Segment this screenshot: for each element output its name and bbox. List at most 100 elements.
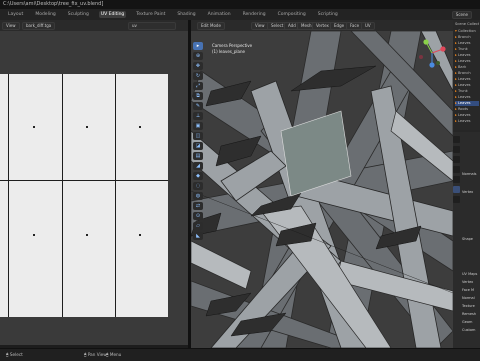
navigation-gizmo[interactable]: [417, 38, 447, 68]
workspace-tabbar: Layout Modeling Sculpting UV Editing Tex…: [0, 9, 480, 20]
smooth-icon[interactable]: ◍: [193, 192, 203, 200]
uv-vertex[interactable]: [33, 126, 35, 128]
tab-modeling[interactable]: Modeling: [33, 11, 57, 18]
outliner-row[interactable]: ▸ Leaves: [455, 41, 479, 46]
outliner-row[interactable]: ▸ Leaves: [455, 53, 479, 58]
panel-vertex-colors[interactable]: Vertex: [462, 280, 480, 285]
scale-icon[interactable]: ⤢: [193, 82, 203, 90]
uv-view-menu[interactable]: View: [2, 22, 20, 30]
outliner-row[interactable]: ▸ Leaves: [455, 95, 479, 100]
outliner-row[interactable]: ▸ Leaves: [455, 113, 479, 118]
extrude-icon[interactable]: ▣: [193, 122, 203, 130]
annotate-icon[interactable]: ✎: [193, 102, 203, 110]
edge-slide-icon[interactable]: ⇄: [193, 202, 203, 210]
tab-uv-editing[interactable]: UV Editing: [98, 11, 127, 18]
outliner: Scene Collection ▾ Collection ▸ Branch ▸…: [453, 20, 480, 130]
outliner-header: Scene Collection: [455, 22, 479, 26]
right-panel: Scene Collection ▾ Collection ▸ Branch ▸…: [453, 20, 480, 348]
move-icon[interactable]: ✥: [193, 62, 203, 70]
poly-build-icon[interactable]: ◆: [193, 172, 203, 180]
panel-custom-properties[interactable]: Custom: [462, 328, 480, 333]
panel-geometry-data[interactable]: Geom: [462, 320, 480, 325]
tab-shading[interactable]: Shading: [175, 11, 197, 18]
cursor-icon[interactable]: ⊕: [193, 52, 203, 60]
uv-grid-line: [115, 74, 116, 317]
outliner-row[interactable]: ▸ Bark: [455, 65, 479, 70]
panel-shape-keys[interactable]: Shape: [462, 237, 480, 242]
measure-icon[interactable]: ⟂: [193, 112, 203, 120]
window-titlebar: C:\Users\ami\Desktop\tree_fix_uv.blend] …: [0, 0, 480, 9]
uv-grid-line: [8, 74, 9, 317]
uv-vertex[interactable]: [139, 126, 141, 128]
uv-grid-line: [0, 180, 168, 181]
menu-uv[interactable]: UV: [361, 22, 375, 30]
tab-scripting[interactable]: Scripting: [316, 11, 340, 18]
panel-texture-space[interactable]: Texture: [462, 304, 480, 309]
outliner-row[interactable]: ▸ Trunk: [455, 89, 479, 94]
output-tab-icon[interactable]: [453, 156, 460, 163]
uv-vertex[interactable]: [139, 234, 141, 236]
tab-rendering[interactable]: Rendering: [241, 11, 268, 18]
panel-face-maps[interactable]: Face M: [462, 288, 480, 293]
outliner-row[interactable]: ▸ Trunk: [455, 47, 479, 52]
window-title: C:\Users\ami\Desktop\tree_fix_uv.blend]: [3, 1, 104, 7]
uv-vertex[interactable]: [86, 126, 88, 128]
mesh-data-tab-icon[interactable]: [453, 186, 460, 193]
viewport-scene: [191, 31, 453, 348]
tab-sculpting[interactable]: Sculpting: [66, 11, 91, 18]
panel-normals-2[interactable]: Normal: [462, 296, 480, 301]
status-select-hint: 🖱 Select: [6, 352, 23, 357]
uv-image-texture[interactable]: [0, 74, 168, 317]
rotate-icon[interactable]: ↻: [193, 72, 203, 80]
shear-icon[interactable]: ▱: [193, 222, 203, 230]
outliner-row[interactable]: ▸ Branch: [455, 71, 479, 76]
uv-vertex[interactable]: [33, 234, 35, 236]
object-tab-icon[interactable]: [453, 176, 460, 183]
viewport-header: Edit Mode View Select Add Mesh Vertex Ed…: [191, 20, 453, 31]
outliner-row[interactable]: ▸ Leaves: [455, 77, 479, 82]
outliner-row[interactable]: ▾ Collection: [455, 29, 479, 34]
panel-vertex-groups[interactable]: Vertex: [462, 190, 480, 195]
object-info: (1) leaves_plane: [212, 49, 245, 54]
scene-tab-icon[interactable]: [453, 166, 460, 173]
tab-layout[interactable]: Layout: [6, 11, 25, 18]
panel-uv-maps[interactable]: UV Maps: [462, 272, 480, 277]
outliner-row[interactable]: ▸ Leaves: [455, 59, 479, 64]
viewport-toolbar: ▸ ⊕ ✥ ↻ ⤢ ⧉ ✎ ⟂ ▣ ◫ ◪ ▤ ◢ ◆ ◌ ◍ ⇄ ⊙ ▱ ◣: [193, 42, 205, 272]
status-bar: 🖱 Select 🖱 Pan View 🖱 Menu: [0, 348, 480, 361]
transform-icon[interactable]: ⧉: [193, 92, 203, 100]
bevel-icon[interactable]: ◪: [193, 142, 203, 150]
panel-remesh[interactable]: Remesh: [462, 312, 480, 317]
outliner-row[interactable]: ▸ Leaves: [455, 83, 479, 88]
image-selector[interactable]: bark_diff.tga: [22, 22, 56, 30]
render-tab-icon[interactable]: [453, 146, 460, 153]
panel-normals[interactable]: Normals: [462, 172, 480, 177]
outliner-row[interactable]: ▸ Leaves: [455, 119, 479, 124]
uv-vertex[interactable]: [86, 234, 88, 236]
material-tab-icon[interactable]: [453, 196, 460, 203]
tool-tab-icon[interactable]: [453, 136, 460, 143]
uv-grid-line: [62, 74, 63, 317]
viewport-3d[interactable]: [191, 31, 453, 348]
select-box-icon[interactable]: ▸: [193, 42, 203, 50]
uv-map-selector[interactable]: uv: [128, 22, 176, 30]
uv-editor-canvas[interactable]: [0, 31, 188, 345]
menu-view[interactable]: View: [251, 22, 269, 30]
rip-icon[interactable]: ◣: [193, 232, 203, 240]
edit-mode-dropdown[interactable]: Edit Mode: [197, 22, 225, 30]
tab-compositing[interactable]: Compositing: [276, 11, 308, 18]
knife-icon[interactable]: ◢: [193, 162, 203, 170]
scene-selector: Scene: [451, 11, 472, 19]
outliner-row[interactable]: ▸ Roots: [455, 107, 479, 112]
inset-icon[interactable]: ◫: [193, 132, 203, 140]
tab-animation[interactable]: Animation: [206, 11, 233, 18]
outliner-row-selected[interactable]: ▸ Leaves: [455, 101, 479, 106]
tab-texture-paint[interactable]: Texture Paint: [134, 11, 167, 18]
status-pan-hint: 🖱 Pan View: [84, 352, 107, 357]
spin-icon[interactable]: ◌: [193, 182, 203, 190]
viewport-info: Camera Perspective (1) leaves_plane: [212, 43, 252, 55]
shrink-icon[interactable]: ⊙: [193, 212, 203, 220]
outliner-row[interactable]: ▸ Branch: [455, 35, 479, 40]
loop-cut-icon[interactable]: ▤: [193, 152, 203, 160]
scene-dropdown[interactable]: Scene: [451, 11, 472, 19]
